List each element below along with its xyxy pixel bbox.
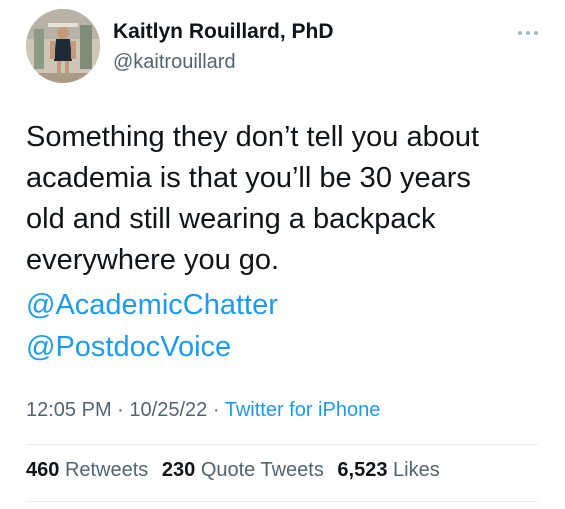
meta-separator: · [212, 399, 220, 421]
avatar[interactable] [26, 9, 100, 83]
likes-stat[interactable]: 6,523 Likes [337, 459, 439, 481]
tweet-text: Something they don’t tell you about acad… [26, 117, 546, 281]
mention-postdoc-voice[interactable]: @PostdocVoice [26, 326, 278, 368]
divider [26, 501, 538, 502]
tweet-card: Kaitlyn Rouillard, PhD @kaitrouillard So… [0, 0, 565, 509]
retweets-count: 460 [26, 459, 60, 481]
tweet-time[interactable]: 12:05 PM [26, 399, 112, 421]
avatar-photo [26, 9, 100, 83]
mention-academic-chatter[interactable]: @AcademicChatter [26, 284, 278, 326]
quote-tweets-count: 230 [161, 459, 196, 481]
likes-count: 6,523 [337, 459, 388, 481]
quote-tweets-stat[interactable]: 230 Quote Tweets [162, 459, 324, 481]
quote-tweets-label: Quote Tweets [200, 459, 324, 481]
tweet-stats: 460 Retweets 230 Quote Tweets 6,523 Like… [26, 459, 448, 482]
retweets-stat[interactable]: 460 Retweets [26, 459, 148, 481]
tweet-text-line: Something they don’t tell you about [26, 121, 480, 153]
author-handle[interactable]: @kaitrouillard [113, 51, 236, 74]
author-display-name[interactable]: Kaitlyn Rouillard, PhD [113, 20, 334, 44]
more-options-icon[interactable] [515, 28, 541, 38]
tweet-date[interactable]: 10/25/22 [129, 399, 207, 421]
meta-separator: · [117, 399, 124, 421]
likes-label: Likes [393, 459, 440, 481]
tweet-source[interactable]: Twitter for iPhone [225, 399, 381, 421]
tweet-meta: 12:05 PM · 10/25/22 · Twitter for iPhone [26, 399, 380, 422]
tweet-text-line: everywhere you go. [26, 244, 280, 276]
tweet-text-line: academia is that you’ll be 30 years [26, 162, 471, 194]
divider [26, 444, 538, 445]
tweet-text-line: old and still wearing a backpack [26, 203, 436, 235]
mentions: @AcademicChatter @PostdocVoice [26, 284, 278, 368]
retweets-label: Retweets [64, 459, 149, 481]
